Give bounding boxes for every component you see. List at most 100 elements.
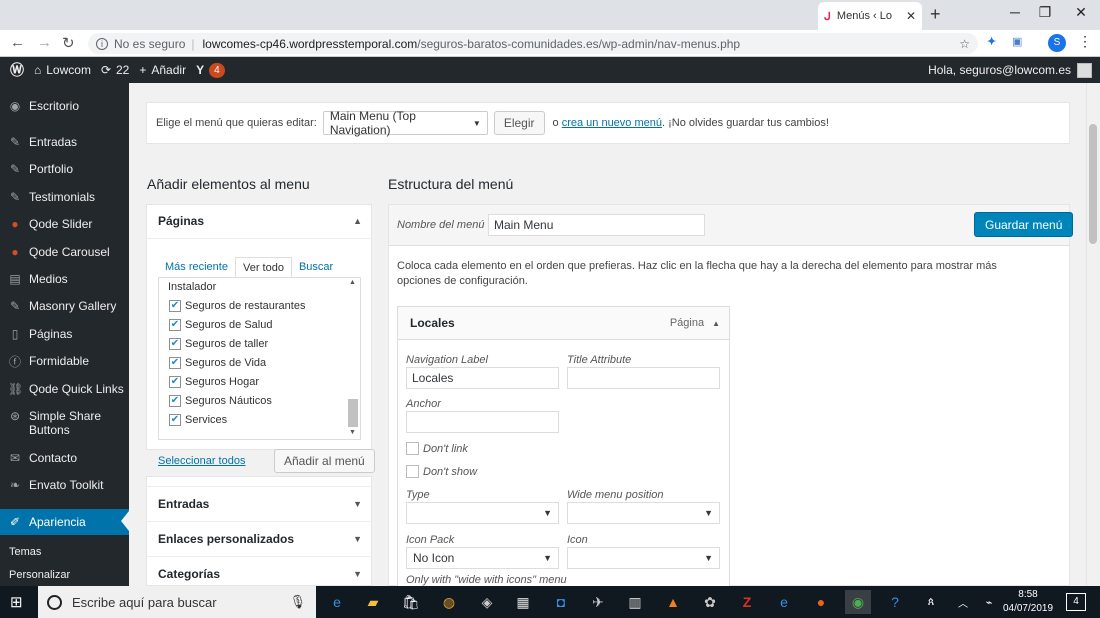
- add-new-link[interactable]: + Añadir: [139, 63, 186, 77]
- bookmark-star-icon[interactable]: ☆: [959, 37, 970, 51]
- menu-name-input[interactable]: Main Menu: [488, 214, 705, 236]
- close-window-icon[interactable]: ✕: [1066, 4, 1096, 21]
- people-icon[interactable]: ጰ: [918, 590, 944, 614]
- list-item[interactable]: ✔ Seguros Hogar: [169, 376, 259, 388]
- nav-label-input[interactable]: Locales: [406, 367, 559, 389]
- wide-position-select[interactable]: ▼: [567, 502, 720, 524]
- create-menu-link[interactable]: crea un nuevo menú: [562, 117, 662, 129]
- tab-view-all[interactable]: Ver todo: [234, 257, 292, 279]
- collapse-arrow-icon[interactable]: ▲: [712, 319, 720, 328]
- browser-tab[interactable]: ᒍ Menús ‹ Lo ✕: [818, 2, 922, 30]
- notifications-icon[interactable]: 4: [1066, 593, 1086, 611]
- list-item[interactable]: ✔ Services: [169, 414, 227, 426]
- checkbox[interactable]: ✔: [169, 300, 181, 312]
- app-icon[interactable]: ◈: [474, 590, 500, 614]
- checkbox[interactable]: ✔: [169, 319, 181, 331]
- sidebar-item-qode-slider[interactable]: ● Qode Slider: [0, 212, 129, 236]
- reload-icon[interactable]: ↻: [62, 34, 75, 52]
- minimize-icon[interactable]: ─: [1000, 4, 1030, 20]
- profile-avatar[interactable]: S: [1048, 34, 1066, 52]
- new-tab-button[interactable]: +: [930, 4, 941, 25]
- network-icon[interactable]: ⌁: [976, 590, 1002, 614]
- dont-show-checkbox[interactable]: Don't show: [406, 465, 477, 478]
- sidebar-item-formidable[interactable]: ⓕ Formidable: [0, 349, 129, 373]
- sidebar-item-escritorio[interactable]: ◉ Escritorio: [0, 94, 129, 118]
- ie-icon[interactable]: e: [771, 590, 797, 614]
- icon-pack-select[interactable]: No Icon ▼: [406, 547, 559, 569]
- help-icon[interactable]: ?: [882, 590, 908, 614]
- app-icon[interactable]: ✿: [697, 590, 723, 614]
- menu-select[interactable]: Main Menu (Top Navigation) ▼: [322, 109, 488, 137]
- sidebar-item-apariencia[interactable]: ✐ Apariencia: [0, 509, 129, 535]
- site-link[interactable]: ⌂ Lowcom: [34, 63, 91, 77]
- scrollbar-thumb[interactable]: [1089, 124, 1097, 244]
- section-custom-links[interactable]: Enlaces personalizados ▼: [146, 521, 372, 556]
- restore-icon[interactable]: ❐: [1030, 4, 1060, 21]
- firefox-icon[interactable]: ●: [808, 590, 834, 614]
- list-item[interactable]: ✔ Seguros de Salud: [169, 319, 272, 331]
- wp-logo-icon[interactable]: Ⓦ: [10, 60, 24, 80]
- store-icon[interactable]: 🛍: [398, 590, 424, 614]
- checkbox[interactable]: ✔: [169, 357, 181, 369]
- choose-button[interactable]: Elegir: [493, 111, 545, 135]
- calculator-icon[interactable]: ▥: [622, 590, 648, 614]
- add-to-menu-button[interactable]: Añadir al menú: [274, 449, 375, 473]
- app-icon[interactable]: ✈: [585, 590, 611, 614]
- app-icon[interactable]: ◘: [548, 590, 574, 614]
- clock[interactable]: 8:58 04/07/2019: [1000, 588, 1056, 616]
- list-item[interactable]: ✔ Seguros de restaurantes: [169, 300, 305, 312]
- checkbox[interactable]: ✔: [169, 376, 181, 388]
- list-item[interactable]: ✔ Seguros Náuticos: [169, 395, 272, 407]
- checkbox[interactable]: ✔: [169, 414, 181, 426]
- list-scroll-thumb[interactable]: [348, 399, 358, 427]
- title-attribute-input[interactable]: [567, 367, 720, 389]
- icon-select[interactable]: ▼: [567, 547, 720, 569]
- microphone-icon[interactable]: 🎙: [289, 594, 306, 610]
- tab-recent[interactable]: Más reciente: [158, 257, 235, 279]
- sidebar-item-contacto[interactable]: ✉ Contacto: [0, 446, 129, 470]
- account-menu[interactable]: Hola, seguros@lowcom.es: [928, 62, 1092, 78]
- sidebar-item-paginas[interactable]: ▯ Páginas: [0, 322, 129, 346]
- tab-search[interactable]: Buscar: [292, 257, 340, 279]
- translate-icon[interactable]: ▣: [1012, 35, 1022, 48]
- sidebar-item-portfolio[interactable]: ✎ Portfolio: [0, 157, 129, 181]
- scroll-down-icon[interactable]: ▼: [349, 429, 356, 436]
- sidebar-item-qode-carousel[interactable]: ● Qode Carousel: [0, 240, 129, 264]
- sidebar-item-envato-toolkit[interactable]: ❧ Envato Toolkit: [0, 473, 129, 497]
- menu-item-header[interactable]: Locales Página ▲: [397, 306, 730, 340]
- chrome-menu-icon[interactable]: ⋮: [1078, 33, 1092, 50]
- back-icon[interactable]: ←: [10, 34, 25, 51]
- sidebar-item-masonry-gallery[interactable]: ✎ Masonry Gallery: [0, 294, 129, 318]
- tab-close-icon[interactable]: ✕: [906, 9, 916, 23]
- sidebar-item-testimonials[interactable]: ✎ Testimonials: [0, 185, 129, 209]
- windows-start-icon[interactable]: ⊞: [10, 593, 23, 611]
- film-icon[interactable]: ▦: [510, 590, 536, 614]
- scroll-up-icon[interactable]: ▲: [349, 279, 356, 286]
- anchor-input[interactable]: [406, 411, 559, 433]
- forward-icon[interactable]: →: [37, 34, 52, 51]
- section-entradas[interactable]: Entradas ▼: [146, 486, 372, 521]
- list-scrollbar[interactable]: ▲ ▼: [347, 279, 359, 438]
- tray-up-icon[interactable]: ︿: [950, 590, 976, 614]
- updates-link[interactable]: ⟳ 22: [101, 63, 129, 77]
- checkbox[interactable]: ✔: [169, 395, 181, 407]
- submenu-personalizar[interactable]: Personalizar: [9, 569, 70, 581]
- yoast-link[interactable]: Y4: [196, 62, 225, 78]
- sidebar-item-qode-quick-links[interactable]: ⛓ Qode Quick Links: [0, 377, 129, 401]
- submenu-temas[interactable]: Temas: [9, 546, 41, 558]
- checkbox[interactable]: ✔: [169, 338, 181, 350]
- sidebar-item-simple-share[interactable]: ⊛ Simple Share Buttons: [0, 405, 129, 437]
- sidebar-item-entradas[interactable]: ✎ Entradas: [0, 130, 129, 154]
- select-all-link[interactable]: Seleccionar todos: [158, 455, 245, 467]
- app-icon[interactable]: ◍: [436, 590, 462, 614]
- dont-link-checkbox[interactable]: Don't link: [406, 442, 468, 455]
- extension-icon[interactable]: ✦: [987, 35, 996, 48]
- address-bar[interactable]: i No es seguro | lowcomes-cp46.wordpress…: [88, 33, 978, 54]
- save-menu-button[interactable]: Guardar menú: [974, 212, 1074, 237]
- vlc-icon[interactable]: ▲: [660, 590, 686, 614]
- type-select[interactable]: ▼: [406, 502, 559, 524]
- pages-section-header[interactable]: Páginas ▲: [146, 204, 372, 239]
- sidebar-item-medios[interactable]: ▤ Medios: [0, 267, 129, 291]
- edge-icon[interactable]: e: [324, 590, 350, 614]
- taskbar-search[interactable]: Escribe aquí para buscar 🎙: [38, 586, 316, 618]
